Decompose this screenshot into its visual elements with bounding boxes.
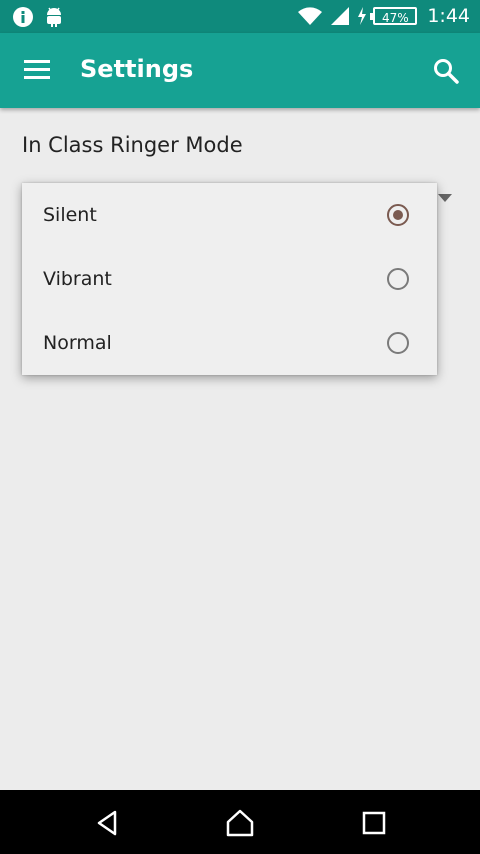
status-bar: 47% 1:44 [0,0,480,33]
clock: 1:44 [427,5,470,27]
android-icon [47,7,61,27]
option-label: Silent [43,204,97,226]
page-title: Settings [80,55,194,83]
preference-title: In Class Ringer Mode [22,133,243,157]
radio-button-checked[interactable] [387,204,409,226]
radio-button[interactable] [387,268,409,290]
dropdown-arrow-icon[interactable] [438,194,452,202]
battery-icon: 47% [370,7,418,25]
option-label: Normal [43,332,112,354]
signal-icon [331,7,350,25]
option-label: Vibrant [43,268,112,290]
home-icon[interactable] [225,808,255,838]
settings-content: In Class Ringer Mode Silent Vibrant Norm… [0,108,480,790]
option-silent[interactable]: Silent [22,183,437,247]
radio-button[interactable] [387,332,409,354]
ringer-mode-dropdown: Silent Vibrant Normal [22,183,437,375]
navigation-bar [0,790,480,854]
hamburger-menu-icon[interactable] [24,60,50,80]
charging-icon [358,7,367,25]
info-icon [13,7,33,27]
app-bar: Settings [0,33,480,108]
wifi-icon [298,7,323,25]
option-vibrant[interactable]: Vibrant [22,247,437,311]
option-normal[interactable]: Normal [22,311,437,375]
search-icon[interactable] [432,57,460,85]
recents-icon[interactable] [359,808,389,838]
back-icon[interactable] [93,808,123,838]
